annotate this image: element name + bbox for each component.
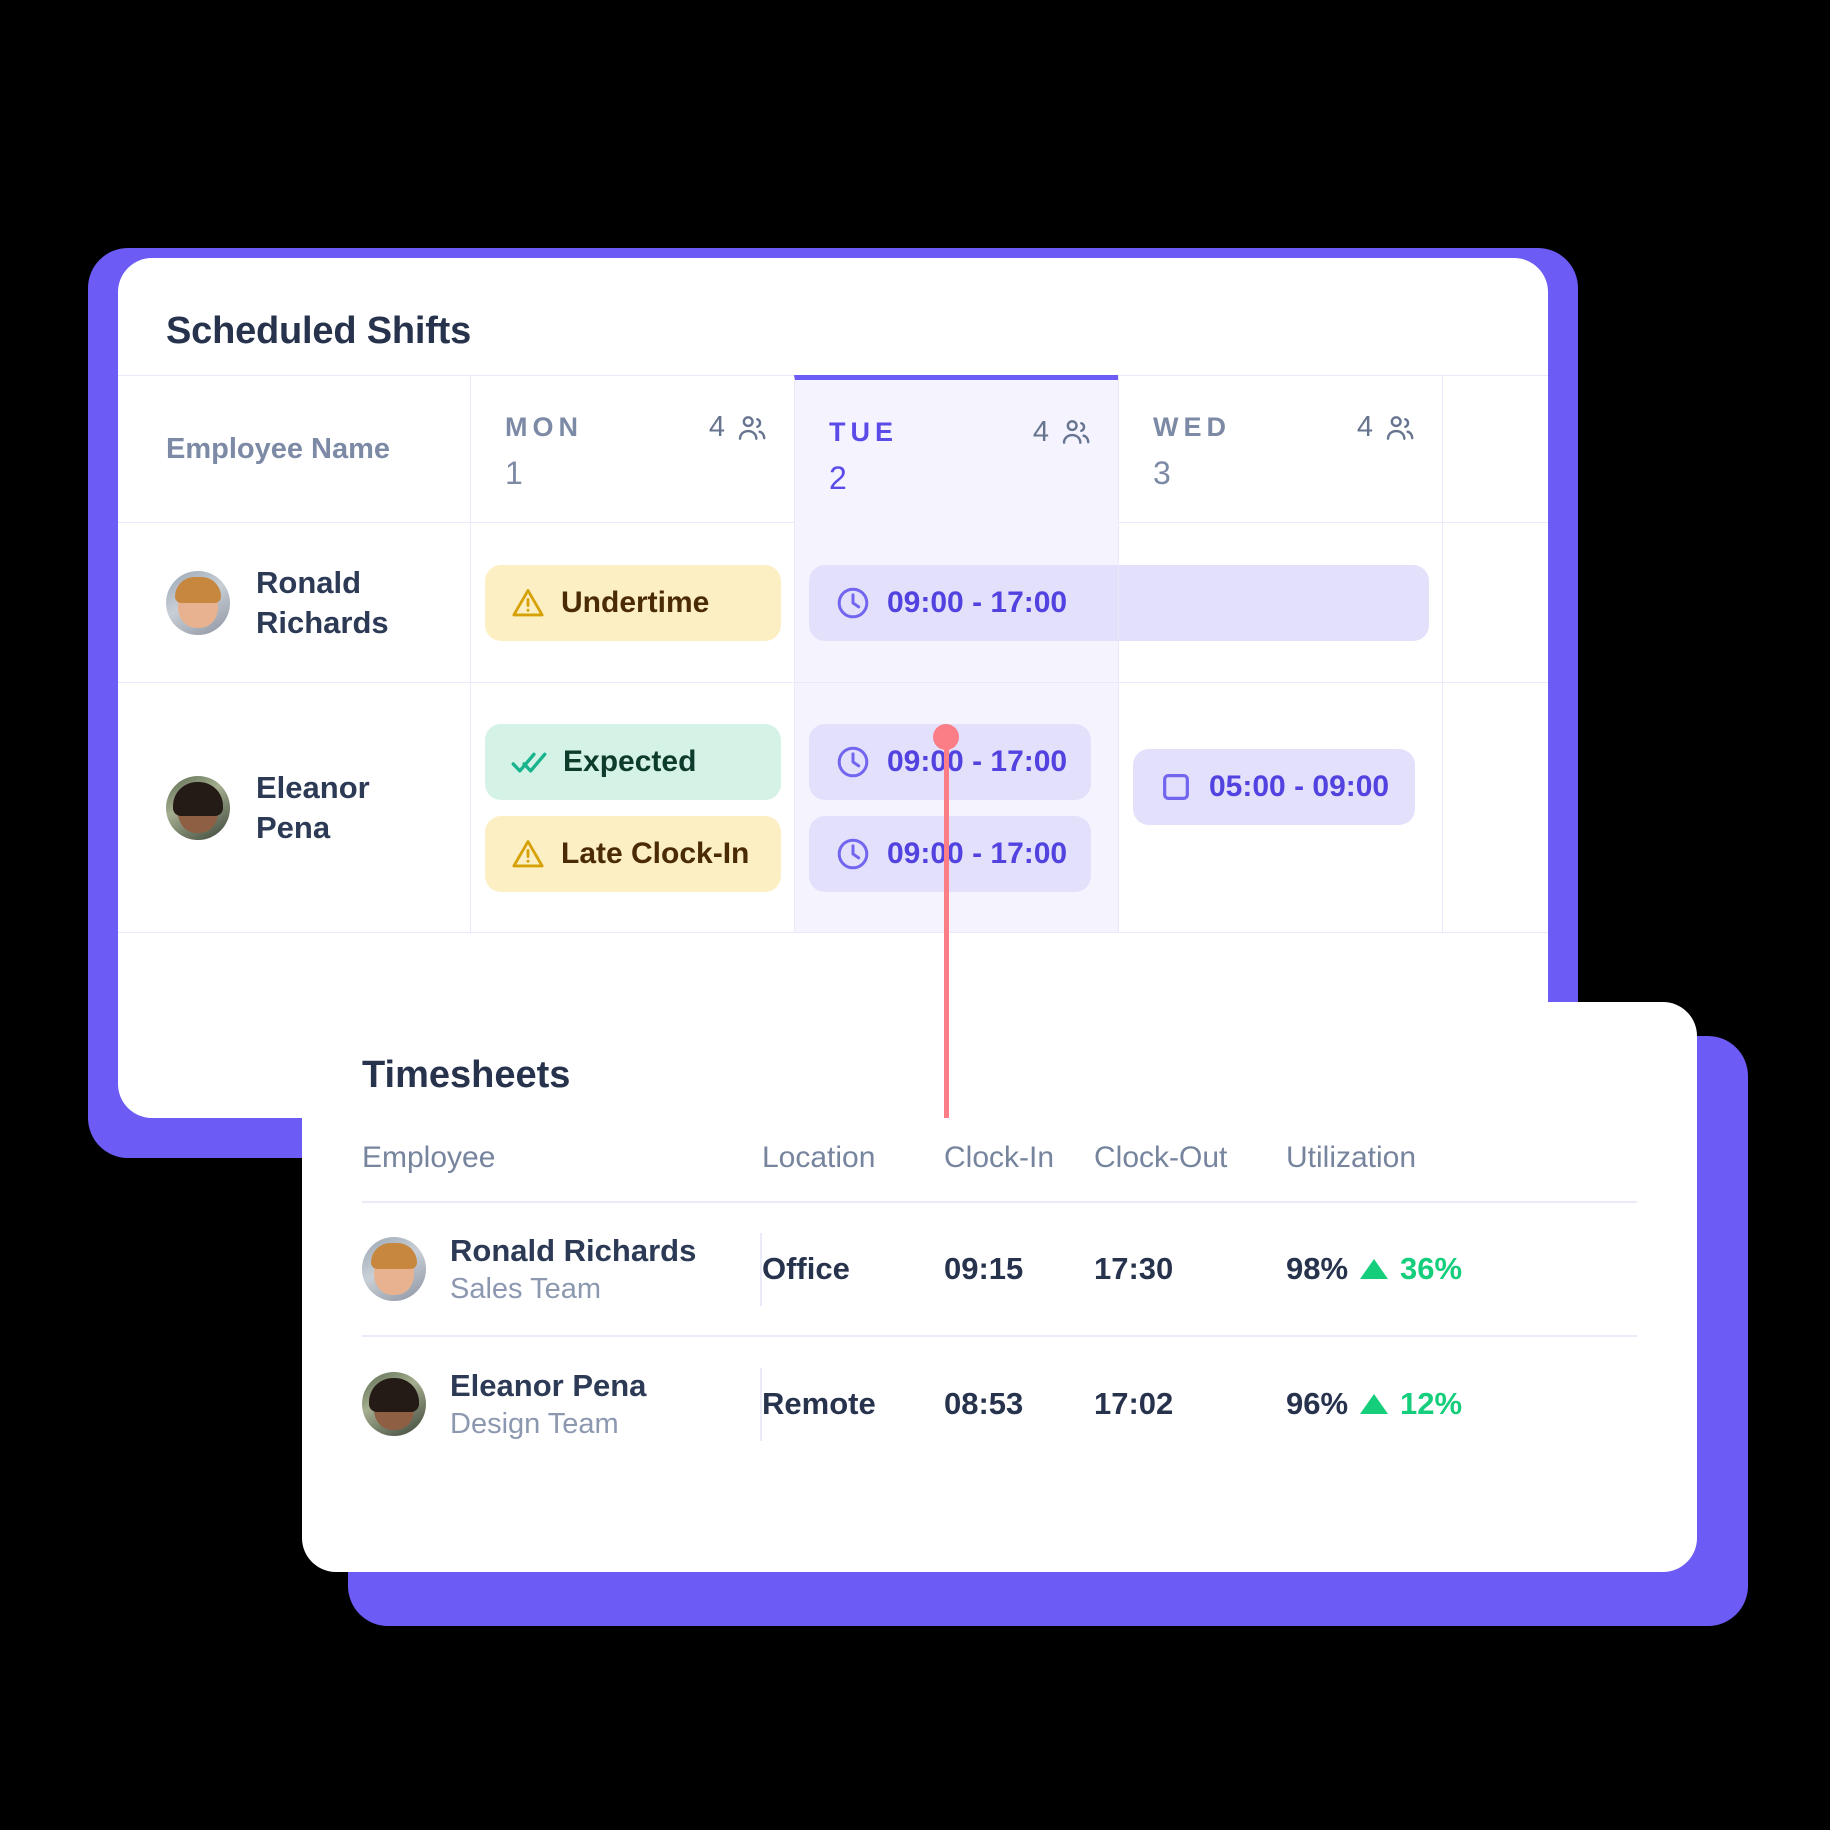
utilization-value: 98% xyxy=(1286,1251,1349,1286)
shift-cell-wed-eleanor[interactable]: 05:00 - 09:00 xyxy=(1118,683,1442,932)
employee-lastname: Richards xyxy=(256,604,389,640)
shift-row-ronald: Ronald Richards Undertime 09:00 - 17:00 xyxy=(118,523,1548,683)
shifts-grid: Employee Name MON 4 1 TUE 4 2 WED 4 3 Ro… xyxy=(118,374,1548,933)
shift-cell-overflow-ronald xyxy=(1442,523,1548,682)
shift-employee-cell: Ronald Richards xyxy=(118,523,470,682)
utilization-delta: 36% xyxy=(1400,1251,1463,1286)
current-time-indicator-line xyxy=(944,732,949,1118)
day-number-wed: 3 xyxy=(1153,455,1171,491)
shift-cell-mon-ronald[interactable]: Undertime xyxy=(470,523,794,682)
double-check-icon xyxy=(511,747,547,777)
badge-label: 09:00 - 17:00 xyxy=(887,744,1068,778)
employee-lastname: Pena xyxy=(256,809,331,845)
shift-employee-name: Eleanor Pena xyxy=(256,768,370,846)
shifts-header-row: Employee Name MON 4 1 TUE 4 2 WED 4 3 xyxy=(118,374,1548,523)
timesheet-employee-cell: Ronald Richards Sales Team xyxy=(362,1232,762,1306)
day-count-value-wed: 4 xyxy=(1356,411,1373,443)
column-header-employee: Employee xyxy=(362,1141,496,1174)
timesheet-location: Remote xyxy=(762,1386,876,1421)
timesheets-title: Timesheets xyxy=(362,1054,571,1096)
employee-name-header-cell: Employee Name xyxy=(118,375,470,523)
shift-cell-overflow-eleanor xyxy=(1442,683,1548,932)
shift-cell-tue-ronald[interactable]: 09:00 - 17:00 xyxy=(794,523,1429,682)
trend-up-icon xyxy=(1360,1394,1389,1414)
shift-row-eleanor: Eleanor Pena Expected Late Clock-In 09:0… xyxy=(118,683,1548,933)
column-header-clock-out: Clock-Out xyxy=(1094,1141,1228,1174)
timesheets-card: Timesheets Employee Location Clock-In Cl… xyxy=(302,1002,1697,1572)
avatar xyxy=(166,775,230,840)
scheduled-shifts-card: Scheduled Shifts Employee Name MON 4 1 T… xyxy=(118,258,1548,1118)
shift-badge-time[interactable]: 09:00 - 17:00 xyxy=(809,815,1091,892)
day-abbr-tue: TUE xyxy=(829,416,898,447)
employee-name-header-label: Employee Name xyxy=(166,432,391,465)
column-header-utilization: Utilization xyxy=(1286,1141,1417,1174)
column-header-clock-in: Clock-In xyxy=(944,1141,1055,1174)
shift-employee-cell: Eleanor Pena xyxy=(118,683,470,932)
timesheet-employee-team: Sales Team xyxy=(450,1272,601,1305)
utilization-delta: 12% xyxy=(1400,1386,1463,1421)
day-abbr-mon: MON xyxy=(505,412,583,442)
shift-cell-tue-eleanor[interactable]: 09:00 - 17:00 09:00 - 17:00 xyxy=(794,683,1118,932)
status-badge-late-clock-in[interactable]: Late Clock-In xyxy=(485,815,781,892)
badge-label: 09:00 - 17:00 xyxy=(887,836,1068,870)
badge-label: 05:00 - 09:00 xyxy=(1209,770,1390,803)
people-icon xyxy=(1384,414,1416,442)
column-header-location: Location xyxy=(762,1141,876,1174)
day-staff-count-wed: 4 xyxy=(1357,411,1416,444)
timesheet-clock-out: 17:02 xyxy=(1094,1386,1174,1421)
timesheet-employee-name: Eleanor Pena xyxy=(450,1367,647,1403)
shift-badge-time[interactable]: 05:00 - 09:00 xyxy=(1133,749,1415,825)
timesheet-employee-cell: Eleanor Pena Design Team xyxy=(362,1367,762,1441)
day-header-wed[interactable]: WED 4 3 xyxy=(1118,375,1442,523)
avatar xyxy=(362,1237,426,1301)
clock-icon xyxy=(835,836,871,872)
current-time-indicator-dot xyxy=(933,724,959,750)
day-count-value-tue: 4 xyxy=(1032,415,1049,448)
clock-icon xyxy=(835,744,871,780)
day-abbr-wed: WED xyxy=(1153,412,1231,442)
shift-cell-wed-ronald[interactable] xyxy=(1118,523,1442,682)
employee-firstname: Ronald xyxy=(256,565,362,601)
badge-label: Undertime xyxy=(561,585,710,619)
timesheet-employee-team: Design Team xyxy=(450,1407,619,1440)
badge-label: 09:00 - 17:00 xyxy=(887,585,1068,619)
utilization-value: 96% xyxy=(1286,1386,1349,1421)
timesheet-utilization-cell: 96% 12% xyxy=(1286,1386,1486,1422)
timesheet-clock-in: 08:53 xyxy=(944,1386,1024,1421)
timesheet-clock-out: 17:30 xyxy=(1094,1251,1174,1286)
warning-icon xyxy=(511,837,545,871)
scheduled-shifts-title: Scheduled Shifts xyxy=(166,310,472,352)
day-header-tue[interactable]: TUE 4 2 xyxy=(794,374,1118,523)
employee-firstname: Eleanor xyxy=(256,770,370,806)
day-number-tue: 2 xyxy=(829,459,847,496)
people-icon xyxy=(1060,418,1092,446)
people-icon xyxy=(736,414,768,442)
day-number-mon: 1 xyxy=(505,455,523,491)
day-staff-count-tue: 4 xyxy=(1033,416,1092,449)
day-staff-count-mon: 4 xyxy=(709,411,768,444)
timesheets-header-row: Employee Location Clock-In Clock-Out Uti… xyxy=(362,1097,1637,1203)
timesheet-utilization-cell: 98% 36% xyxy=(1286,1251,1486,1287)
status-badge-undertime[interactable]: Undertime xyxy=(485,564,781,641)
warning-icon xyxy=(511,586,545,620)
avatar xyxy=(362,1372,426,1436)
timesheet-clock-in: 09:15 xyxy=(944,1251,1024,1286)
shift-employee-name: Ronald Richards xyxy=(256,563,389,641)
timesheet-employee-name: Ronald Richards xyxy=(450,1232,697,1268)
avatar xyxy=(166,570,230,635)
status-badge-expected[interactable]: Expected xyxy=(485,723,781,800)
badge-label: Late Clock-In xyxy=(561,836,750,870)
clock-icon xyxy=(835,585,871,621)
screen: Scheduled Shifts Employee Name MON 4 1 T… xyxy=(0,0,1830,1830)
day-count-value-mon: 4 xyxy=(708,411,725,443)
day-header-overflow xyxy=(1442,375,1548,523)
shift-cell-mon-eleanor[interactable]: Expected Late Clock-In xyxy=(470,683,794,932)
day-header-mon[interactable]: MON 4 1 xyxy=(470,375,794,523)
trend-up-icon xyxy=(1360,1259,1389,1279)
timesheet-location: Office xyxy=(762,1251,850,1286)
badge-label: Expected xyxy=(563,744,697,778)
square-icon xyxy=(1159,770,1193,804)
table-row[interactable]: Ronald Richards Sales Team Office 09:15 … xyxy=(362,1203,1637,1337)
table-row[interactable]: Eleanor Pena Design Team Remote 08:53 17… xyxy=(362,1337,1637,1471)
